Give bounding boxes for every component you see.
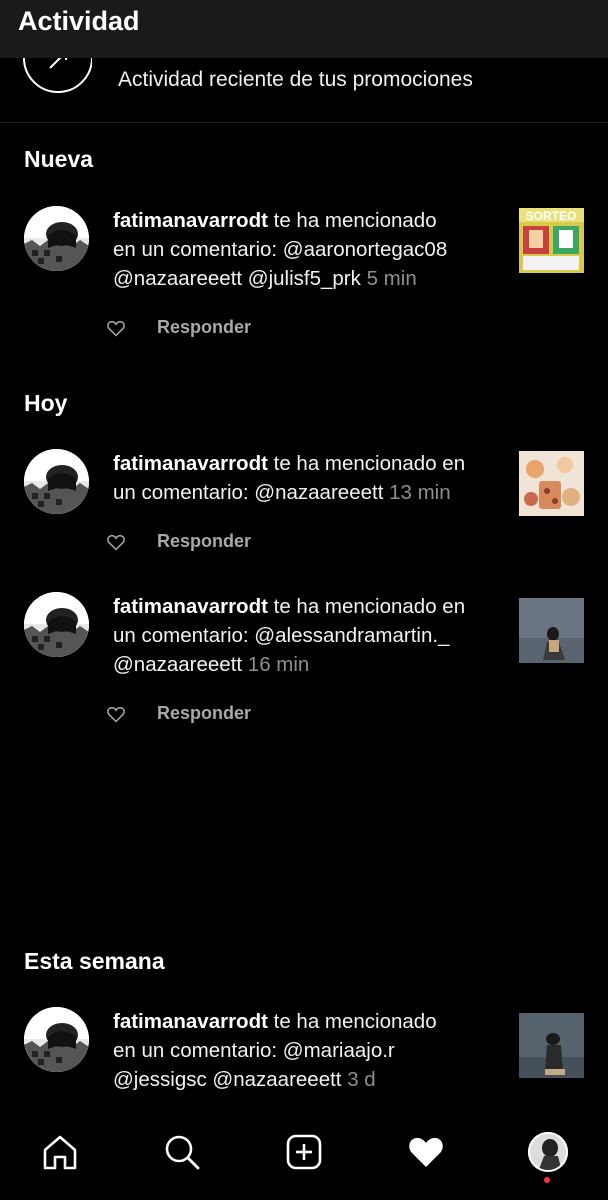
promotions-label: Actividad reciente de tus promociones [118,68,473,91]
username: fatimanavarrodt [113,1010,268,1033]
notification-text: fatimanavarrodt te ha mencionado en un c… [113,452,466,504]
page-title: Actividad [18,6,140,36]
post-thumbnail[interactable] [519,1013,584,1078]
avatar[interactable] [24,206,89,271]
reply-button[interactable]: Responder [157,317,251,338]
username: fatimanavarrodt [113,209,268,232]
new-post-icon[interactable] [284,1132,324,1172]
profile-avatar[interactable] [528,1132,568,1172]
notification-actions: Responder [0,703,608,728]
avatar[interactable] [24,449,89,514]
username: fatimanavarrodt [113,452,268,475]
avatar[interactable] [24,1007,89,1072]
notification-text: fatimanavarrodt te ha mencionado en un c… [113,595,466,676]
notification-actions: Responder [0,531,608,556]
timestamp: 3 d [341,1068,376,1091]
like-heart-icon[interactable] [106,318,126,338]
section-heading-nueva: Nueva [24,146,94,172]
promotions-activity-row[interactable]: Actividad reciente de tus promociones [0,38,608,123]
post-thumbnail[interactable]: SORTEO [519,208,584,273]
activity-heart-icon[interactable] [406,1132,446,1172]
top-bar: Actividad [0,0,608,58]
reply-button[interactable]: Responder [157,531,251,552]
post-thumbnail[interactable] [519,598,584,663]
section-heading-esta-semana: Esta semana [24,948,165,974]
timestamp: 13 min [383,481,451,504]
bottom-navigation [0,1112,608,1200]
notification-actions: Responder [0,317,608,342]
notification-dot [544,1177,550,1183]
like-heart-icon[interactable] [106,704,126,724]
username: fatimanavarrodt [113,595,268,618]
search-icon[interactable] [162,1132,202,1172]
timestamp: 5 min [360,267,417,290]
timestamp: 16 min [242,653,310,676]
reply-button[interactable]: Responder [157,703,251,724]
section-heading-hoy: Hoy [24,390,68,416]
svg-text:SORTEO: SORTEO [526,209,577,223]
avatar[interactable] [24,592,89,657]
like-heart-icon[interactable] [106,532,126,552]
notification-text: fatimanavarrodt te ha mencionado en un c… [113,1010,437,1091]
home-icon[interactable] [40,1132,80,1172]
post-thumbnail[interactable] [519,451,584,516]
notification-text: fatimanavarrodt te ha mencionado en un c… [113,209,448,290]
